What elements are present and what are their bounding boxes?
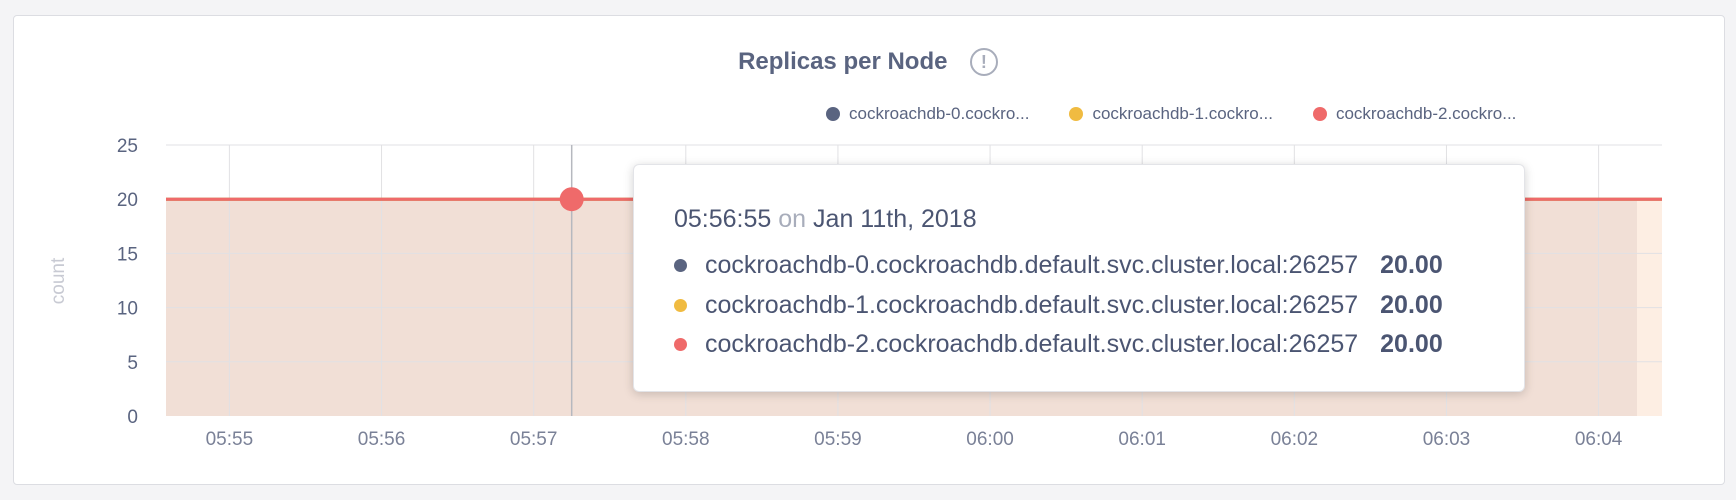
hover-tooltip: 05:56:55 on Jan 11th, 2018 cockroachdb-0…: [633, 164, 1525, 392]
tooltip-row-node-1: cockroachdb-1.cockroachdb.default.svc.cl…: [674, 291, 1443, 320]
tooltip-swatch-node-2: [674, 338, 687, 351]
x-tick-label: 06:03: [1423, 429, 1471, 450]
x-tick-label: 05:56: [358, 429, 406, 450]
tooltip-series-name: cockroachdb-0.cockroachdb.default.svc.cl…: [705, 251, 1359, 279]
tooltip-timestamp: 05:56:55 on Jan 11th, 2018: [674, 205, 977, 234]
y-tick-label: 20: [117, 190, 138, 211]
x-tick-label: 05:59: [814, 429, 862, 450]
y-tick-label: 5: [127, 353, 138, 374]
tooltip-on: on: [778, 205, 807, 233]
y-tick-label: 25: [117, 136, 138, 157]
x-tick-label: 05:55: [206, 429, 254, 450]
x-tick-label: 06:02: [1271, 429, 1319, 450]
tooltip-series-value: 20.00: [1380, 291, 1443, 319]
x-tick-label: 05:58: [662, 429, 710, 450]
tooltip-swatch-node-1: [674, 299, 687, 312]
hover-point: [559, 187, 584, 212]
y-tick-label: 0: [127, 407, 138, 428]
x-tick-label: 06:01: [1118, 429, 1166, 450]
tooltip-series-value: 20.00: [1380, 251, 1443, 279]
x-tick-label: 06:00: [966, 429, 1014, 450]
tooltip-time: 05:56:55: [674, 205, 772, 233]
tooltip-series-value: 20.00: [1380, 330, 1443, 358]
x-tick-label: 05:57: [510, 429, 558, 450]
tooltip-date: Jan 11th, 2018: [813, 205, 977, 233]
tooltip-series-name: cockroachdb-1.cockroachdb.default.svc.cl…: [705, 291, 1359, 319]
y-tick-label: 15: [117, 244, 138, 265]
tooltip-row-node-0: cockroachdb-0.cockroachdb.default.svc.cl…: [674, 251, 1443, 280]
tooltip-swatch-node-0: [674, 259, 687, 272]
y-axis-label: count: [48, 257, 69, 304]
tooltip-row-node-2: cockroachdb-2.cockroachdb.default.svc.cl…: [674, 330, 1443, 359]
x-tick-label: 06:04: [1575, 429, 1623, 450]
tooltip-series-name: cockroachdb-2.cockroachdb.default.svc.cl…: [705, 330, 1359, 358]
y-tick-label: 10: [117, 299, 138, 320]
